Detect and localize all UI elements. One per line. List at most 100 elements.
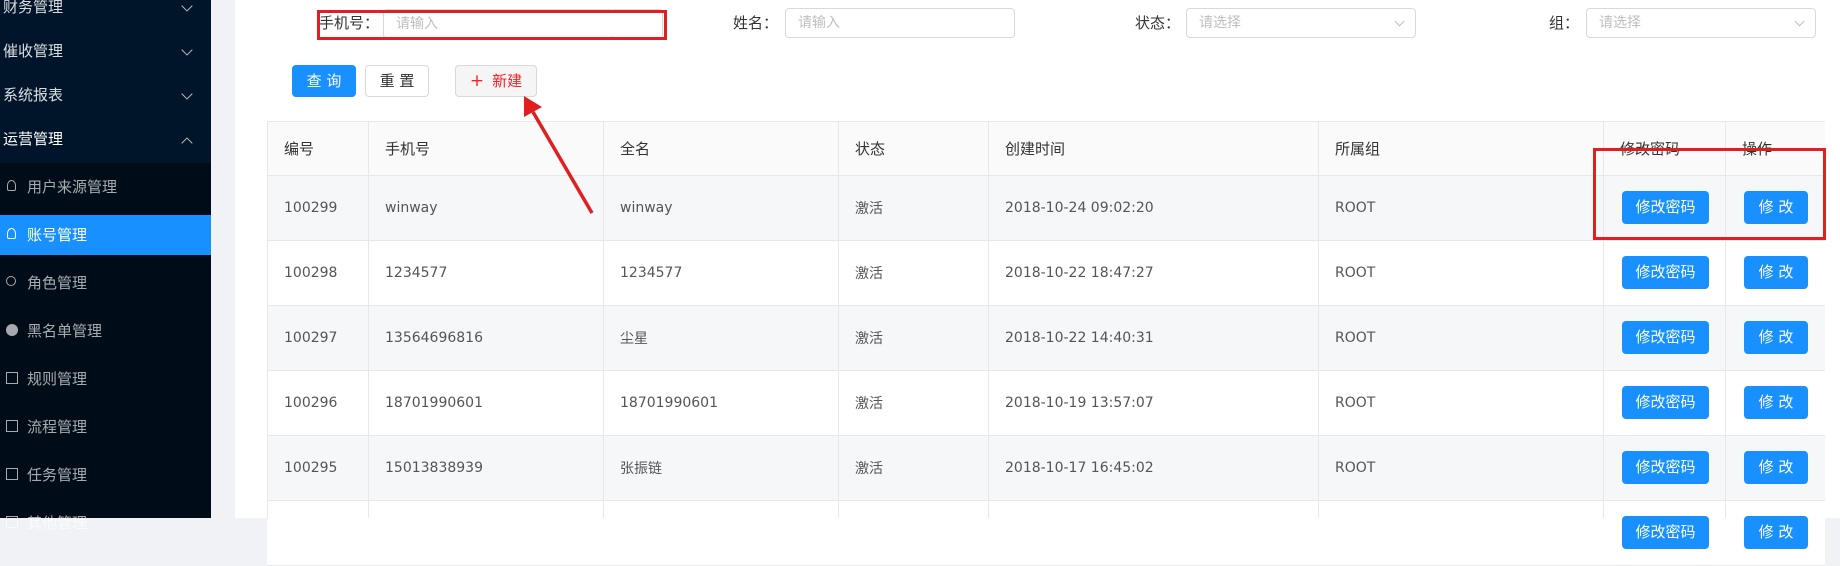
list-icon xyxy=(6,372,18,384)
cell-group: ROOT xyxy=(1335,330,1376,346)
sidebar-item-label: 角色管理 xyxy=(27,274,88,292)
menu-group-finance[interactable]: 财务管理 xyxy=(0,0,211,29)
cell-fullname: 张振链 xyxy=(620,461,662,477)
sidebar-item-label: 任务管理 xyxy=(27,466,88,484)
cell-fullname: 18701990601 xyxy=(620,395,718,411)
menu-group-operations[interactable]: 运营管理 xyxy=(0,117,211,161)
edit-button[interactable]: 修 改 xyxy=(1744,451,1808,484)
change-password-button[interactable]: 修改密码 xyxy=(1622,321,1709,354)
group-select[interactable]: 请选择 xyxy=(1586,8,1816,38)
sidebar-item-label: 黑名单管理 xyxy=(27,322,103,340)
edit-button[interactable]: 修 改 xyxy=(1744,256,1808,289)
phone-label: 手机号： xyxy=(319,14,380,32)
header-group: 所属组 xyxy=(1335,140,1381,158)
plus-icon: + xyxy=(469,71,485,91)
cell-created: 2018-10-22 18:47:27 xyxy=(1005,265,1154,281)
column-divider xyxy=(603,121,604,518)
chevron-up-icon xyxy=(181,137,193,149)
cell-fullname: 1234577 xyxy=(620,265,683,281)
cell-created: 2018-10-22 14:40:31 xyxy=(1005,330,1154,346)
edit-button[interactable]: 修 改 xyxy=(1744,321,1808,354)
cell-id: 100299 xyxy=(284,200,338,216)
table-row: 100297 13564696816 尘星 激活 2018-10-22 14:40:31… xyxy=(267,306,1825,371)
edit-button[interactable]: 修 改 xyxy=(1744,516,1808,549)
sidebar-item-other[interactable]: 其他管理 xyxy=(0,503,211,543)
menu-group-label: 系统报表 xyxy=(3,86,64,104)
cell-group: ROOT xyxy=(1335,460,1376,476)
status-select-value: 请选择 xyxy=(1199,15,1241,31)
cell-phone: 1234577 xyxy=(385,265,448,281)
header-actions: 操作 xyxy=(1742,140,1773,158)
menu-group-label: 运营管理 xyxy=(3,130,64,148)
sidebar-item-workflows[interactable]: 流程管理 xyxy=(0,407,211,447)
table-header: 编号 手机号 全名 状态 创建时间 所属组 修改密码 操作 xyxy=(267,121,1825,176)
edit-button[interactable]: 修 改 xyxy=(1744,191,1808,224)
content-gutter xyxy=(211,0,235,518)
cell-phone: 15013838939 xyxy=(385,460,483,476)
sidebar-item-label: 规则管理 xyxy=(27,370,88,388)
menu-group-reports[interactable]: 系统报表 xyxy=(0,73,211,117)
user-icon xyxy=(7,180,16,191)
user-icon xyxy=(7,228,16,239)
chevron-down-icon xyxy=(181,0,193,12)
phone-input-suffix xyxy=(612,9,663,39)
chevron-down-icon xyxy=(1394,16,1405,27)
header-id: 编号 xyxy=(284,140,315,158)
sidebar-item-rules[interactable]: 规则管理 xyxy=(0,359,211,399)
change-password-button[interactable]: 修改密码 xyxy=(1622,256,1709,289)
change-password-button[interactable]: 修改密码 xyxy=(1622,386,1709,419)
blacklist-icon xyxy=(6,324,18,336)
cell-phone: winway xyxy=(385,200,438,216)
menu-group-collection[interactable]: 催收管理 xyxy=(0,29,211,73)
cell-created xyxy=(988,501,1318,565)
column-divider xyxy=(1725,121,1726,518)
cell-status xyxy=(838,501,988,565)
cell-phone xyxy=(368,501,603,565)
sidebar-item-user-source[interactable]: 用户来源管理 xyxy=(0,167,211,207)
sidebar-item-blacklist[interactable]: 黑名单管理 xyxy=(0,311,211,351)
name-input[interactable]: 请输入 xyxy=(785,8,1015,38)
query-button[interactable]: 查 询 xyxy=(292,65,356,97)
new-button[interactable]: + 新建 xyxy=(455,65,537,97)
menu-group-label: 催收管理 xyxy=(3,42,64,60)
sidebar-item-label: 用户来源管理 xyxy=(27,178,118,196)
chevron-down-icon xyxy=(1794,16,1805,27)
cell-status: 激活 xyxy=(855,201,883,217)
sidebar-item-label: 账号管理 xyxy=(27,226,88,244)
cell-id: 100296 xyxy=(284,395,338,411)
chevron-down-icon xyxy=(181,88,193,100)
cell-status: 激活 xyxy=(855,396,883,412)
cell-fullname: 尘星 xyxy=(620,331,648,347)
cell-status: 激活 xyxy=(855,461,883,477)
header-fullname: 全名 xyxy=(620,140,651,158)
column-divider xyxy=(988,121,989,518)
cell-group xyxy=(1318,501,1603,565)
reset-button[interactable]: 重 置 xyxy=(365,65,429,97)
table-row: 100295 15013838939 张振链 激活 2018-10-17 16:45:0… xyxy=(267,436,1825,501)
phone-input[interactable]: 请输入 xyxy=(383,9,613,39)
sidebar-item-roles[interactable]: 角色管理 xyxy=(0,263,211,303)
header-status: 状态 xyxy=(855,140,886,158)
list-icon xyxy=(6,420,18,432)
header-change-password: 修改密码 xyxy=(1620,140,1681,158)
cell-created: 2018-10-17 16:45:02 xyxy=(1005,460,1154,476)
change-password-button[interactable]: 修改密码 xyxy=(1622,516,1709,549)
change-password-button[interactable]: 修改密码 xyxy=(1622,451,1709,484)
sidebar-item-accounts[interactable]: 账号管理 xyxy=(0,215,211,255)
table-row: 100298 1234577 1234577 激活 2018-10-22 18:47:2… xyxy=(267,241,1825,306)
table-row: 100296 18701990601 18701990601 激活 2018-10-19… xyxy=(267,371,1825,436)
status-select[interactable]: 请选择 xyxy=(1186,8,1416,38)
cell-created: 2018-10-19 13:57:07 xyxy=(1005,395,1154,411)
sidebar-item-tasks[interactable]: 任务管理 xyxy=(0,455,211,495)
group-select-value: 请选择 xyxy=(1599,15,1641,31)
edit-button[interactable]: 修 改 xyxy=(1744,386,1808,419)
cell-phone: 13564696816 xyxy=(385,330,483,346)
new-button-label: 新建 xyxy=(492,72,523,90)
cell-phone: 18701990601 xyxy=(385,395,483,411)
change-password-button[interactable]: 修改密码 xyxy=(1622,191,1709,224)
column-divider xyxy=(838,121,839,518)
cell-id xyxy=(267,501,368,565)
cell-created: 2018-10-24 09:02:20 xyxy=(1005,200,1154,216)
cell-fullname: winway xyxy=(620,200,673,216)
cell-status: 激活 xyxy=(855,331,883,347)
